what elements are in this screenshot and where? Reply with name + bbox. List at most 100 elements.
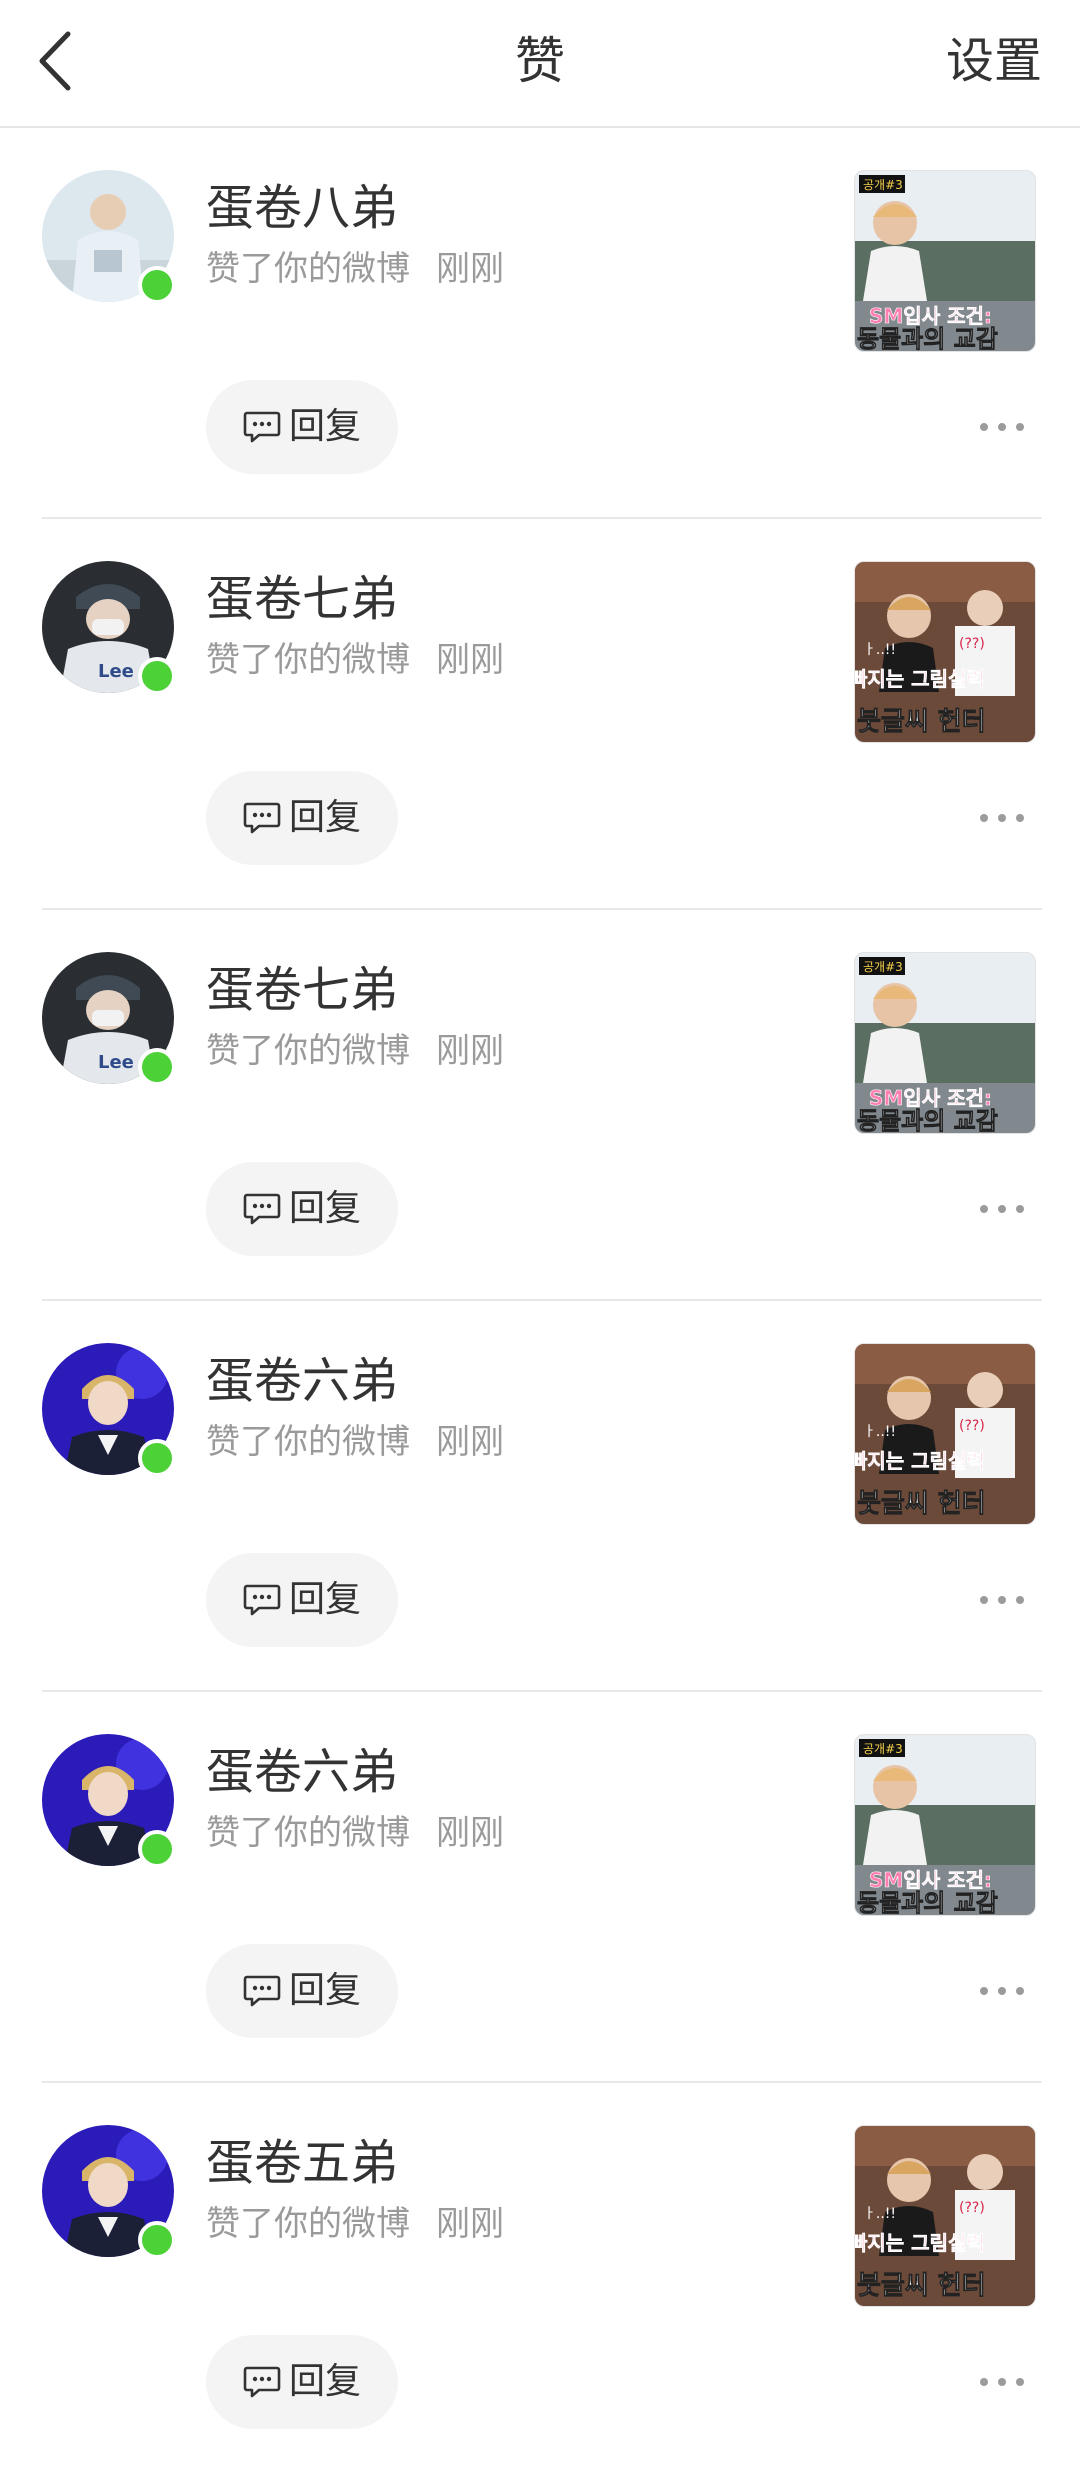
settings-button[interactable]: 设置 — [946, 28, 1042, 94]
svg-text:붓글씨 헌터: 붓글씨 헌터 — [857, 1489, 986, 1519]
notification-meta: 赞了你的微博 刚刚 — [206, 637, 504, 683]
svg-text:ㅏ..!!: ㅏ..!! — [863, 642, 896, 658]
svg-text:(??): (??) — [959, 2200, 985, 2216]
svg-text:Lee: Lee — [98, 1052, 134, 1073]
svg-text:붓글씨 헌터: 붓글씨 헌터 — [857, 707, 986, 737]
user-name[interactable]: 蛋卷六弟 — [206, 1742, 398, 1802]
avatar[interactable]: Lee — [42, 561, 176, 695]
reply-button[interactable]: 回复 — [206, 771, 398, 865]
more-dot — [980, 1987, 988, 1995]
svg-text:(??): (??) — [959, 1418, 985, 1434]
action-text: 赞了你的微博 — [206, 249, 410, 289]
like-notification-item[interactable]: 蛋卷六弟 赞了你的微博 刚刚 공개#3 SM입사 조건: 동물과의 교감 回复 — [42, 1692, 1042, 2083]
more-options-button[interactable] — [980, 1585, 1024, 1615]
svg-text:(??): (??) — [959, 636, 985, 652]
more-dot — [998, 1205, 1006, 1213]
like-notification-item[interactable]: 蛋卷五弟 赞了你的微博 刚刚 (??) ㅏ..!! 빠지는 그림실력 붓글씨 헌터 回复 — [42, 2083, 1042, 2472]
avatar[interactable] — [42, 1734, 176, 1868]
reply-label: 回复 — [288, 1188, 361, 1229]
more-dot — [998, 814, 1006, 822]
more-options-button[interactable] — [980, 1976, 1024, 2006]
reply-button[interactable]: 回复 — [206, 1162, 398, 1256]
user-name[interactable]: 蛋卷六弟 — [206, 1351, 398, 1411]
action-text: 赞了你的微博 — [206, 1422, 410, 1462]
online-status-dot — [138, 1830, 176, 1868]
likes-list: 蛋卷八弟 赞了你的微博 刚刚 공개#3 SM입사 조건: 동물과의 교감 回复 Lee… — [0, 128, 1080, 2472]
notification-meta: 赞了你的微博 刚刚 — [206, 1810, 504, 1856]
timestamp: 刚刚 — [436, 1813, 504, 1853]
post-thumbnail[interactable]: (??) ㅏ..!! 빠지는 그림실력붓글씨 헌터 — [854, 1343, 1036, 1525]
like-notification-item[interactable]: 蛋卷六弟 赞了你的微博 刚刚 (??) ㅏ..!! 빠지는 그림실력붓글씨 헌터 回复 — [42, 1301, 1042, 1692]
action-text: 赞了你的微博 — [206, 1813, 410, 1853]
page-title: 赞 — [515, 32, 565, 90]
more-options-button[interactable] — [980, 2367, 1024, 2397]
more-dot — [1016, 1205, 1024, 1213]
more-options-button[interactable] — [980, 412, 1024, 442]
more-dot — [980, 423, 988, 431]
reply-label: 回复 — [288, 1970, 361, 2011]
timestamp: 刚刚 — [436, 249, 504, 289]
user-name[interactable]: 蛋卷八弟 — [206, 178, 398, 238]
timestamp: 刚刚 — [436, 640, 504, 680]
comment-icon — [243, 1584, 281, 1616]
svg-text:동물과의 교감: 동물과의 교감 — [857, 1107, 998, 1133]
reply-button[interactable]: 回复 — [206, 1944, 398, 2038]
reply-button[interactable]: 回复 — [206, 2335, 398, 2429]
user-name[interactable]: 蛋卷七弟 — [206, 960, 398, 1020]
svg-text:빠지는 그림실력: 빠지는 그림실력 — [855, 667, 985, 691]
svg-text:공개#3: 공개#3 — [863, 1742, 903, 1756]
more-dot — [980, 1205, 988, 1213]
timestamp: 刚刚 — [436, 1422, 504, 1462]
user-name[interactable]: 蛋卷五弟 — [206, 2133, 398, 2193]
like-notification-item[interactable]: Lee 蛋卷七弟 赞了你的微博 刚刚 (??) ㅏ..!! 빠지는 그림실력붓글씨 헌… — [42, 519, 1042, 910]
like-notification-item[interactable]: 蛋卷八弟 赞了你的微博 刚刚 공개#3 SM입사 조건: 동물과의 교감 回复 — [42, 128, 1042, 519]
notification-meta: 赞了你的微博 刚刚 — [206, 2201, 504, 2247]
reply-label: 回复 — [288, 406, 361, 447]
svg-text:붓글씨 헌터: 붓글씨 헌터 — [857, 2271, 986, 2301]
reply-button[interactable]: 回复 — [206, 1553, 398, 1647]
notification-meta: 赞了你的微博 刚刚 — [206, 1419, 504, 1465]
svg-text:ㅏ..!!: ㅏ..!! — [863, 1424, 896, 1440]
notification-meta: 赞了你的微博 刚刚 — [206, 1028, 504, 1074]
more-dot — [1016, 1987, 1024, 1995]
timestamp: 刚刚 — [436, 2204, 504, 2244]
reply-label: 回复 — [288, 797, 361, 838]
post-thumbnail[interactable]: 공개#3 SM입사 조건: 동물과의 교감 — [854, 952, 1036, 1134]
more-dot — [998, 1596, 1006, 1604]
post-thumbnail[interactable]: (??) ㅏ..!! 빠지는 그림실력붓글씨 헌터 — [854, 561, 1036, 743]
online-status-dot — [138, 1439, 176, 1477]
avatar[interactable] — [42, 170, 176, 304]
svg-text:Lee: Lee — [98, 661, 134, 682]
svg-text:동물과의 교감: 동물과의 교감 — [857, 325, 998, 351]
comment-icon — [243, 2366, 281, 2398]
more-dot — [998, 1987, 1006, 1995]
like-notification-item[interactable]: Lee 蛋卷七弟 赞了你的微博 刚刚 공개#3 SM입사 조건: 동물과의 교감 回复 — [42, 910, 1042, 1301]
post-thumbnail[interactable]: 공개#3 SM입사 조건: 동물과의 교감 — [854, 170, 1036, 352]
more-dot — [1016, 2378, 1024, 2386]
online-status-dot — [138, 2221, 176, 2259]
svg-text:동물과의 교감: 동물과의 교감 — [857, 1889, 998, 1915]
post-thumbnail[interactable]: (??) ㅏ..!! 빠지는 그림실력 붓글씨 헌터 — [854, 2125, 1036, 2307]
timestamp: 刚刚 — [436, 1031, 504, 1071]
svg-text:빠지는 그림실력: 빠지는 그림실력 — [855, 1449, 985, 1473]
action-text: 赞了你的微博 — [206, 2204, 410, 2244]
svg-text:공개#3: 공개#3 — [863, 960, 903, 974]
action-text: 赞了你的微博 — [206, 1031, 410, 1071]
online-status-dot — [138, 1048, 176, 1086]
avatar[interactable]: Lee — [42, 952, 176, 1086]
comment-icon — [243, 802, 281, 834]
notification-meta: 赞了你的微博 刚刚 — [206, 246, 504, 292]
more-dot — [1016, 1596, 1024, 1604]
more-dot — [1016, 814, 1024, 822]
online-status-dot — [138, 266, 176, 304]
reply-button[interactable]: 回复 — [206, 380, 398, 474]
user-name[interactable]: 蛋卷七弟 — [206, 569, 398, 629]
more-options-button[interactable] — [980, 803, 1024, 833]
comment-icon — [243, 1975, 281, 2007]
comment-icon — [243, 1193, 281, 1225]
avatar[interactable] — [42, 1343, 176, 1477]
post-thumbnail[interactable]: 공개#3 SM입사 조건: 동물과의 교감 — [854, 1734, 1036, 1916]
more-dot — [980, 814, 988, 822]
avatar[interactable] — [42, 2125, 176, 2259]
more-options-button[interactable] — [980, 1194, 1024, 1224]
